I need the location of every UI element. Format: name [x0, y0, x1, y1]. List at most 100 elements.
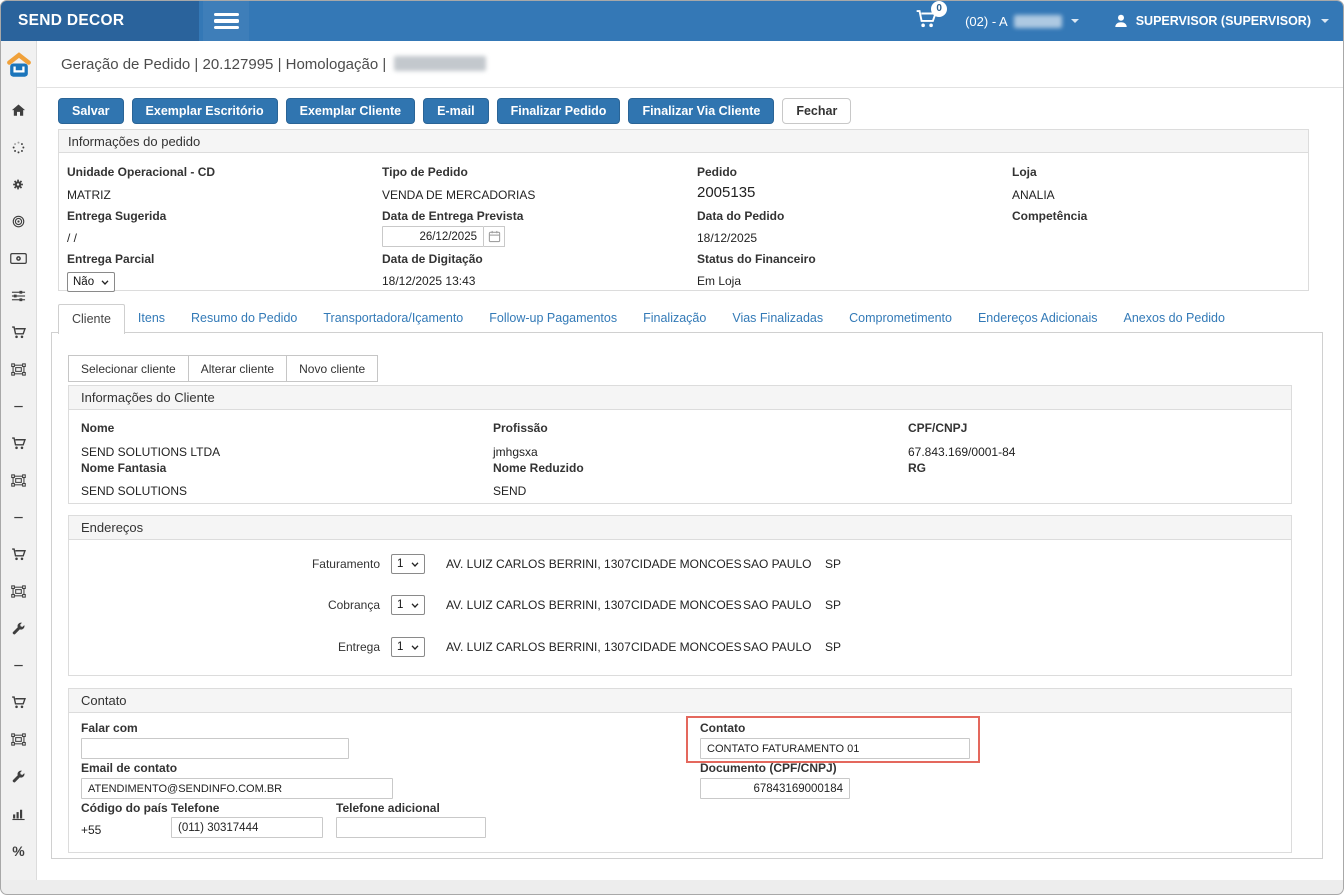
cart-icon[interactable] [1, 684, 36, 721]
object-group-icon[interactable] [1, 573, 36, 610]
cobranca-street: AV. LUIZ CARLOS BERRINI, 1307 [446, 598, 620, 612]
data-entrega-prevista-input[interactable] [382, 226, 484, 247]
object-group-icon[interactable] [1, 721, 36, 758]
unidade-value: MATRIZ [67, 188, 111, 202]
telefone-adicional-label: Telefone adicional [336, 801, 440, 815]
sidebar: % [1, 41, 37, 880]
cart-icon[interactable] [1, 425, 36, 462]
spinner-icon[interactable] [1, 129, 36, 166]
tab-comprometimento[interactable]: Comprometimento [836, 304, 965, 332]
tipo-pedido-value: VENDA DE MERCADORIAS [382, 188, 535, 202]
selecionar-cliente-button[interactable]: Selecionar cliente [68, 355, 189, 382]
entrega-parcial-select[interactable]: Não [67, 272, 115, 292]
contact-panel: Contato Falar com Email de contato Códig… [68, 688, 1292, 853]
wrench-icon[interactable] [1, 610, 36, 647]
bar-chart-icon[interactable] [1, 795, 36, 832]
falar-com-label: Falar com [81, 721, 138, 735]
faturamento-state: SP [825, 557, 841, 571]
gears-icon[interactable] [1, 166, 36, 203]
tipo-pedido-label: Tipo de Pedido [382, 165, 468, 179]
exemplar-escritorio-button[interactable]: Exemplar Escritório [132, 98, 278, 124]
nome-reduzido-label: Nome Reduzido [493, 461, 584, 475]
contato-input[interactable] [700, 738, 970, 759]
tab-follow-up-pagamentos[interactable]: Follow-up Pagamentos [476, 304, 630, 332]
chevron-down-icon [1071, 19, 1079, 23]
salvar-button[interactable]: Salvar [58, 98, 124, 124]
cobranca-district: CIDADE MONCOES [631, 598, 731, 612]
home-icon[interactable] [1, 92, 36, 129]
sliders-icon[interactable] [1, 277, 36, 314]
cpf-cnpj-value: 67.843.169/0001-84 [908, 445, 1015, 459]
tab-transportadora-icamento[interactable]: Transportadora/Içamento [310, 304, 476, 332]
branch-label: (02) - A [965, 14, 1008, 29]
profissao-label: Profissão [493, 421, 548, 435]
addresses-panel: Endereços Faturamento 1 AV. LUIZ CARLOS … [68, 515, 1292, 676]
email-contato-input[interactable] [81, 778, 393, 799]
tab-anexos-do-pedido[interactable]: Anexos do Pedido [1111, 304, 1238, 332]
entrega-district: CIDADE MONCOES [631, 640, 731, 654]
cobranca-number-select[interactable]: 1 [391, 595, 425, 615]
cart-button[interactable]: 0 [915, 8, 937, 35]
redacted-branch-name [1014, 15, 1062, 28]
money-icon[interactable] [1, 240, 36, 277]
telefone-input[interactable] [171, 817, 323, 838]
finalizar-via-cliente-button[interactable]: Finalizar Via Cliente [628, 98, 774, 124]
contato-label: Contato [700, 721, 745, 735]
user-label: SUPERVISOR (SUPERVISOR) [1136, 14, 1311, 28]
competencia-label: Competência [1012, 209, 1087, 223]
calendar-icon[interactable] [484, 226, 505, 247]
fechar-button[interactable]: Fechar [782, 98, 851, 124]
bullseye-icon[interactable] [1, 203, 36, 240]
breadcrumb-bar: Geração de Pedido | 20.127995 | Homologa… [37, 41, 1344, 88]
object-group-icon[interactable] [1, 351, 36, 388]
branch-selector[interactable]: (02) - A [965, 14, 1079, 29]
app-window: SEND DECOR 0 (02) - A SUPERVISOR (SUPERV… [0, 0, 1344, 895]
cart-count-badge: 0 [931, 1, 947, 17]
loja-value: ANALIA [1012, 188, 1055, 202]
tab-cliente[interactable]: Cliente [58, 304, 125, 334]
telefone-adicional-input[interactable] [336, 817, 486, 838]
novo-cliente-button[interactable]: Novo cliente [286, 355, 378, 382]
sidebar-nav: % [1, 92, 36, 869]
cart-icon[interactable] [1, 314, 36, 351]
nome-value: SEND SOLUTIONS LTDA [81, 445, 220, 459]
cpf-cnpj-label: CPF/CNPJ [908, 421, 967, 435]
address-row-entrega: Entrega 1 AV. LUIZ CARLOS BERRINI, 1307 … [69, 636, 1291, 658]
cart-icon[interactable] [1, 536, 36, 573]
tab-finalizacao[interactable]: Finalização [630, 304, 719, 332]
cobranca-city: SAO PAULO [743, 598, 813, 612]
faturamento-label: Faturamento [69, 557, 380, 571]
wrench-icon[interactable] [1, 758, 36, 795]
tab-resumo-do-pedido[interactable]: Resumo do Pedido [178, 304, 310, 332]
object-group-icon[interactable] [1, 462, 36, 499]
cliente-tab-panel: Selecionar cliente Alterar cliente Novo … [51, 332, 1323, 859]
data-entrega-prevista-label: Data de Entrega Prevista [382, 209, 523, 223]
tab-vias-finalizadas[interactable]: Vias Finalizadas [719, 304, 836, 332]
email-button[interactable]: E-mail [423, 98, 489, 124]
alterar-cliente-button[interactable]: Alterar cliente [188, 355, 287, 382]
rg-label: RG [908, 461, 926, 475]
percent-icon[interactable]: % [1, 832, 36, 869]
entrega-state: SP [825, 640, 841, 654]
unidade-label: Unidade Operacional - CD [67, 165, 215, 179]
exemplar-cliente-button[interactable]: Exemplar Cliente [286, 98, 415, 124]
pedido-value: 2005135 [697, 184, 755, 201]
entrega-parcial-label: Entrega Parcial [67, 252, 154, 266]
tab-itens[interactable]: Itens [125, 304, 178, 332]
cobranca-label: Cobrança [69, 598, 380, 612]
faturamento-street: AV. LUIZ CARLOS BERRINI, 1307 [446, 557, 620, 571]
documento-input[interactable] [700, 778, 850, 799]
data-digitacao-label: Data de Digitação [382, 252, 483, 266]
finalizar-pedido-button[interactable]: Finalizar Pedido [497, 98, 621, 124]
order-info-panel: Informações do pedido Unidade Operaciona… [58, 129, 1309, 291]
falar-com-input[interactable] [81, 738, 349, 759]
user-menu[interactable]: SUPERVISOR (SUPERVISOR) [1113, 13, 1329, 29]
cobranca-state: SP [825, 598, 841, 612]
top-bar: SEND DECOR 0 (02) - A SUPERVISOR (SUPERV… [1, 1, 1343, 41]
status-financeiro-label: Status do Financeiro [697, 252, 816, 266]
entrega-number-select[interactable]: 1 [391, 637, 425, 657]
client-actions: Selecionar cliente Alterar cliente Novo … [68, 355, 377, 382]
tab-enderecos-adicionais[interactable]: Endereços Adicionais [965, 304, 1111, 332]
hamburger-menu-icon[interactable] [203, 1, 249, 41]
faturamento-number-select[interactable]: 1 [391, 554, 425, 574]
